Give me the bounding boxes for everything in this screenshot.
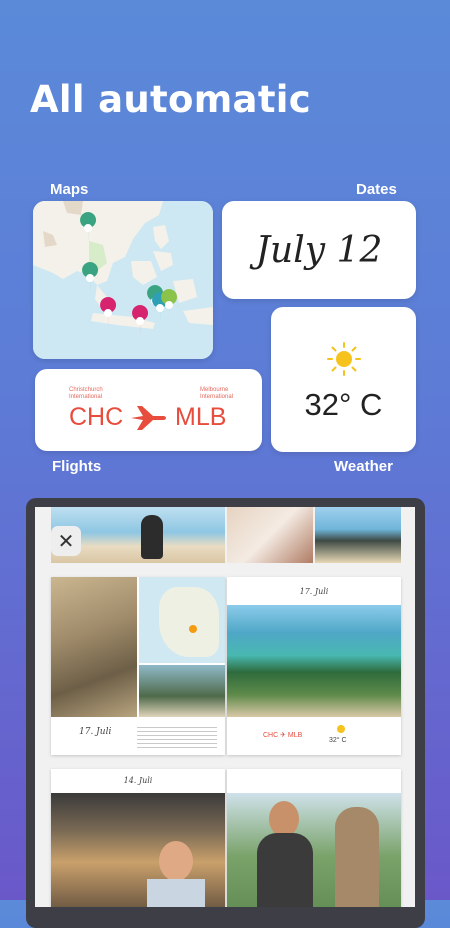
mini-flight: CHC ✈ MLB — [263, 732, 303, 739]
close-button[interactable]: ✕ — [51, 526, 81, 556]
trees-beach-photo — [139, 665, 225, 717]
flight-card: Christchurch International Melbourne Int… — [35, 369, 262, 451]
book-page-right: 17. Juli CHC ✈ MLB 32° C — [227, 577, 401, 755]
map-illustration — [33, 201, 213, 359]
date-value: July 12 — [255, 229, 383, 271]
restaurant-photo — [51, 793, 225, 907]
kangaroo-photo — [227, 793, 401, 907]
map-card — [33, 201, 213, 359]
close-icon: ✕ — [57, 530, 75, 553]
from-airport: Christchurch International — [69, 387, 103, 400]
page-date-left: 17. Juli — [79, 727, 112, 737]
maps-label: Maps — [50, 181, 89, 198]
headline: All automatic — [30, 78, 312, 121]
book-page-bottom-right — [227, 769, 401, 907]
mini-map — [139, 577, 225, 663]
rocks-beach-photo — [315, 507, 401, 563]
cave-rock-photo — [51, 577, 137, 717]
book-page-left: 17. Juli — [51, 577, 225, 755]
flights-label: Flights — [52, 458, 102, 475]
temperature: 32° C — [304, 387, 383, 422]
book-page-bottom-left: 14. Juli — [51, 769, 225, 907]
page-date-top: 17. Juli — [299, 587, 329, 596]
to-airport: Melbourne International — [200, 387, 234, 400]
coast-photo — [227, 605, 401, 717]
weather-label: Weather — [334, 458, 393, 475]
weather-card: 32° C — [271, 307, 416, 452]
mini-temp: 32° C — [329, 737, 347, 744]
friends-photo — [227, 507, 313, 563]
page-date-bottom: 14. Juli — [123, 776, 153, 785]
photo-book-screen: 17. Juli 17. Juli CHC ✈ MLB 32° C 14. Ju… — [35, 507, 415, 907]
to-code: MLB — [175, 403, 227, 431]
date-card: July 12 — [222, 201, 416, 299]
caption-text-lines — [137, 727, 217, 749]
from-code: CHC — [69, 403, 124, 431]
dates-label: Dates — [356, 181, 397, 198]
sun-icon — [327, 342, 361, 376]
mini-sun-icon — [337, 725, 345, 733]
airplane-icon — [131, 406, 166, 430]
